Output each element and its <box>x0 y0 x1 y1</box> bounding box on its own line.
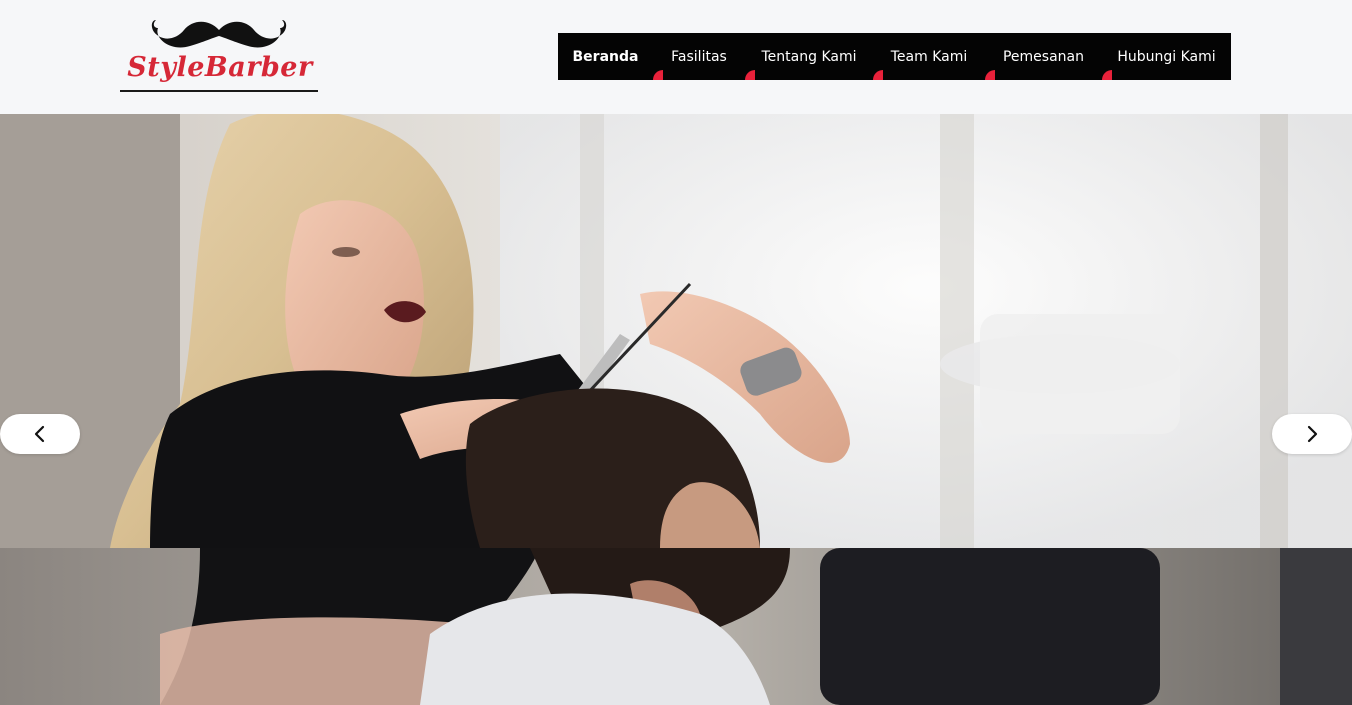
nav-item-label: Tentang Kami <box>761 48 857 65</box>
chevron-right-icon <box>1307 425 1318 443</box>
nav-marker <box>985 70 995 80</box>
nav-marker <box>745 70 755 80</box>
slider-prev-button[interactable] <box>0 414 80 454</box>
hero-slider <box>0 114 1352 705</box>
slider-next-button[interactable] <box>1272 414 1352 454</box>
nav-item-pemesanan[interactable]: Pemesanan <box>985 33 1102 80</box>
nav-item-label: Hubungi Kami <box>1117 48 1216 65</box>
nav-marker <box>1102 70 1112 80</box>
nav-item-team-kami[interactable]: Team Kami <box>873 33 985 80</box>
hero-photo <box>0 114 1352 705</box>
nav-marker <box>653 70 663 80</box>
nav-item-fasilitas[interactable]: Fasilitas <box>653 33 745 80</box>
main-nav: Beranda Fasilitas Tentang Kami Team Kami… <box>558 33 1231 80</box>
logo-underline <box>120 90 318 92</box>
nav-item-label: Team Kami <box>890 48 968 65</box>
mustache-icon <box>151 20 287 48</box>
logo-text: StyleBarber <box>127 52 313 83</box>
nav-item-beranda[interactable]: Beranda <box>558 33 653 80</box>
nav-item-label: Beranda <box>572 48 639 65</box>
nav-item-label: Pemesanan <box>1002 48 1084 65</box>
logo[interactable]: StyleBarber <box>118 16 322 98</box>
nav-marker <box>873 70 883 80</box>
site-header: StyleBarber Beranda Fasilitas Tentang Ka… <box>0 0 1352 114</box>
nav-item-label: Fasilitas <box>671 48 727 65</box>
nav-item-hubungi-kami[interactable]: Hubungi Kami <box>1102 33 1231 80</box>
nav-item-tentang-kami[interactable]: Tentang Kami <box>745 33 873 80</box>
chevron-left-icon <box>34 425 45 443</box>
